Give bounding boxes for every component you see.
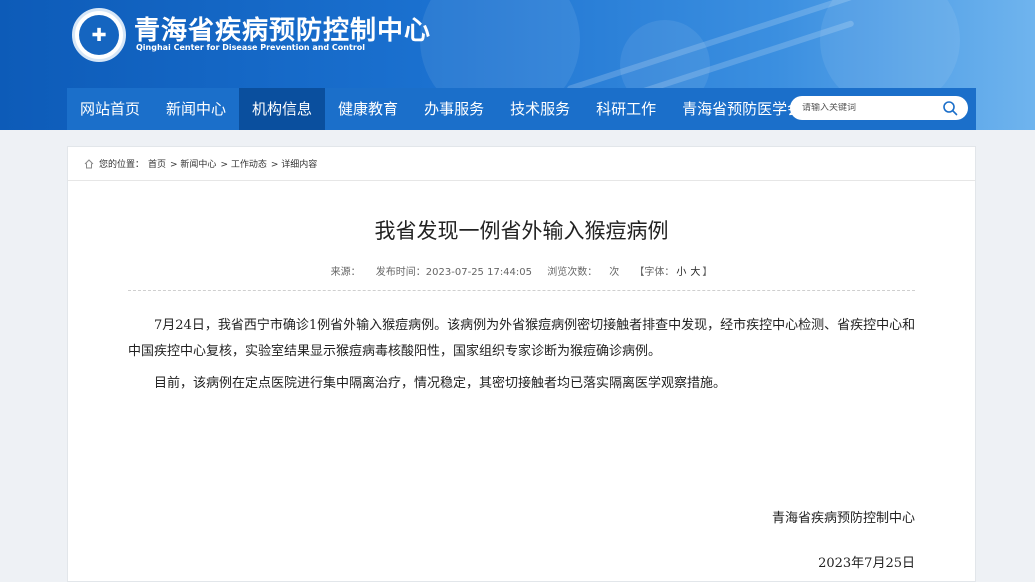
article-body: 7月24日，我省西宁市确诊1例省外输入猴痘病例。该病例为外省猴痘病例密切接触者排… — [128, 313, 918, 403]
article-container: 您的位置： 首页 > 新闻中心 > 工作动态 > 详细内容 我省发现一例省外输入… — [67, 146, 976, 582]
cdc-emblem-icon[interactable]: ✚ — [72, 8, 126, 62]
search-input[interactable] — [802, 103, 932, 113]
breadcrumb-home[interactable]: 首页 — [148, 157, 166, 170]
article-title: 我省发现一例省外输入猴痘病例 — [374, 219, 669, 243]
decor-helix — [566, 0, 854, 93]
breadcrumb: 您的位置： 首页 > 新闻中心 > 工作动态 > 详细内容 — [68, 147, 975, 181]
nav-item-research[interactable]: 科研工作 — [583, 88, 669, 130]
article-meta: 来源： 发布时间：2023-07-25 17:44:05 浏览次数： 次 【字体：… — [68, 263, 975, 278]
site-header: ✚ 青海省疾病预防控制中心 Qinghai Center for Disease… — [0, 0, 1035, 130]
article-date: 2023年7月25日 — [818, 556, 915, 571]
font-close: 】 — [702, 267, 713, 278]
paragraph: 7月24日，我省西宁市确诊1例省外输入猴痘病例。该病例为外省猴痘病例密切接触者排… — [128, 318, 916, 359]
font-small-button[interactable]: 小 — [676, 267, 686, 278]
paragraph: 目前，该病例在定点医院进行集中隔离治疗，情况稳定，其密切接触者均已落实隔离医学观… — [154, 376, 727, 391]
main-nav: 网站首页 新闻中心 机构信息 健康教育 办事服务 技术服务 科研工作 青海省预防… — [67, 88, 976, 130]
nav-item-home[interactable]: 网站首页 — [67, 88, 153, 130]
breadcrumb-news[interactable]: > 新闻中心 — [170, 157, 216, 170]
font-large-button[interactable]: 大 — [690, 267, 700, 278]
publish-label: 发布时间： — [375, 267, 426, 278]
publish-time: 2023-07-25 17:44:05 — [425, 267, 533, 278]
search-box — [790, 96, 968, 120]
breadcrumb-work[interactable]: > 工作动态 — [220, 157, 266, 170]
font-label: 【字体： — [634, 267, 675, 278]
nav-item-services[interactable]: 办事服务 — [411, 88, 497, 130]
views-suffix: 次 — [609, 267, 620, 278]
nav-item-health-education[interactable]: 健康教育 — [325, 88, 411, 130]
font-size-control: 【字体：小大】 — [634, 267, 712, 278]
site-subtitle: Qinghai Center for Disease Prevention an… — [136, 43, 365, 52]
source-label: 来源： — [330, 267, 361, 278]
article-signature: 青海省疾病预防控制中心 — [771, 511, 915, 526]
nav-item-news[interactable]: 新闻中心 — [153, 88, 239, 130]
views-label: 浏览次数： — [547, 267, 598, 278]
nav-item-tech-services[interactable]: 技术服务 — [497, 88, 583, 130]
search-icon[interactable] — [942, 100, 958, 116]
nav-item-institution[interactable]: 机构信息 — [239, 88, 326, 130]
site-title[interactable]: 青海省疾病预防控制中心 — [134, 10, 431, 47]
emblem-center: ✚ — [79, 15, 119, 55]
home-icon — [84, 158, 94, 168]
breadcrumb-prefix: 您的位置： — [99, 160, 145, 170]
meta-divider — [128, 290, 915, 291]
breadcrumb-detail: > 详细内容 — [270, 160, 318, 170]
